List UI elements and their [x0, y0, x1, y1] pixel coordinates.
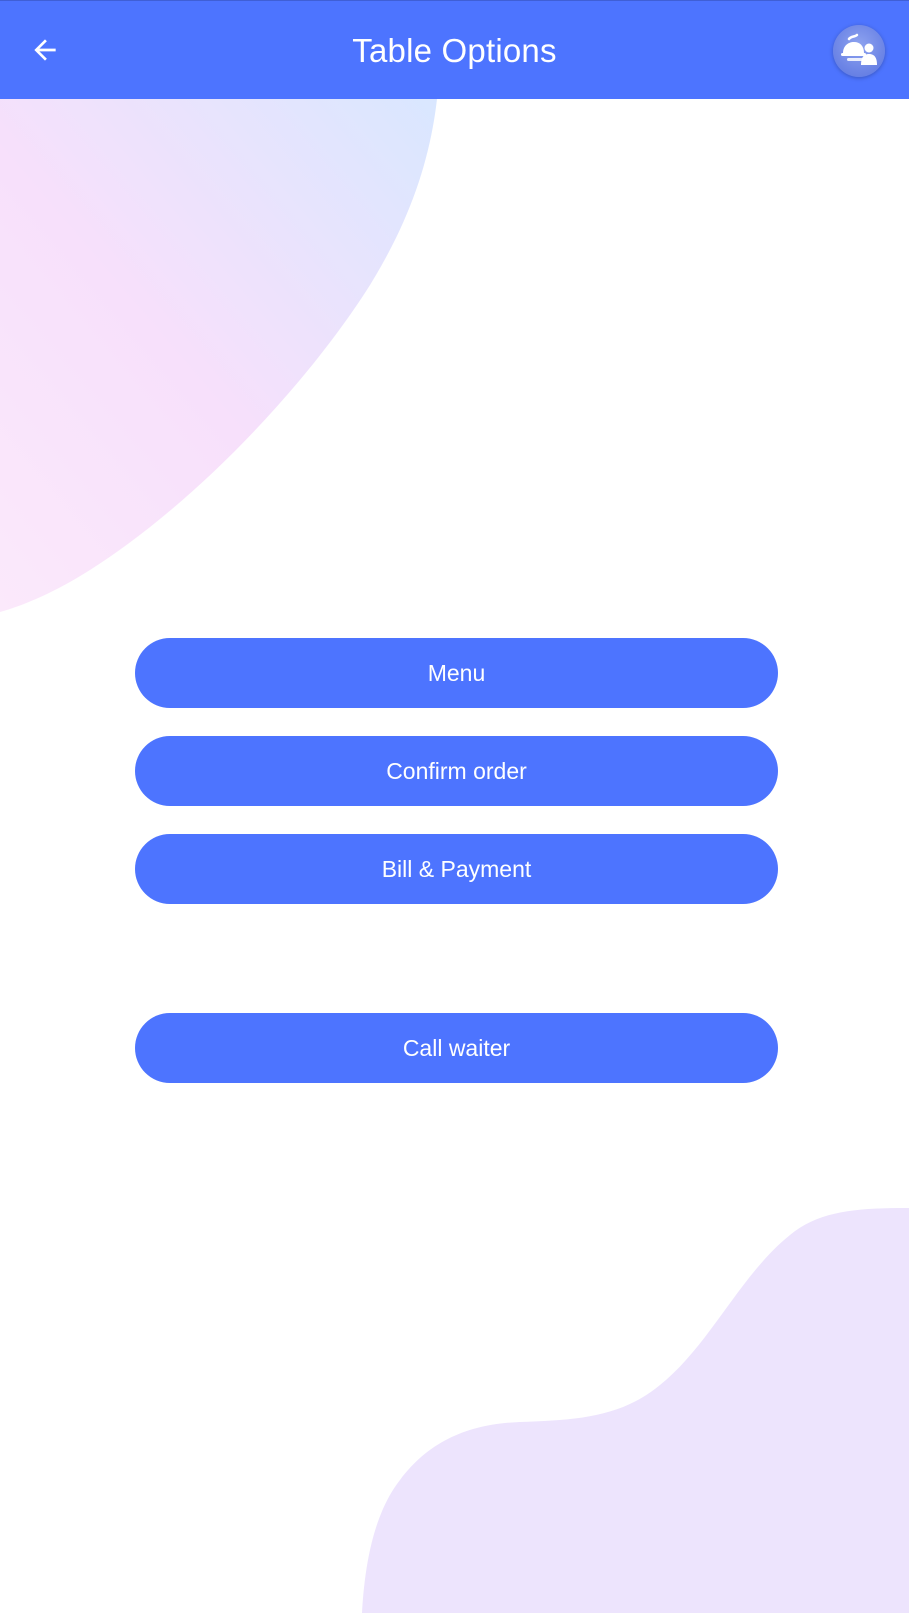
app-bar: Table Options: [0, 0, 909, 99]
background-decoration: [0, 99, 909, 1613]
waiter-avatar-button[interactable]: [833, 25, 885, 77]
top-left-blob: [0, 99, 437, 612]
menu-button[interactable]: Menu: [135, 638, 778, 708]
waiter-cloche-icon: [841, 33, 877, 65]
confirm-order-button[interactable]: Confirm order: [135, 736, 778, 806]
page-title: Table Options: [352, 32, 557, 69]
bill-payment-button[interactable]: Bill & Payment: [135, 834, 778, 904]
bottom-right-blob: [362, 1208, 909, 1613]
call-waiter-button[interactable]: Call waiter: [135, 1013, 778, 1083]
arrow-left-icon: [34, 39, 56, 61]
back-button[interactable]: [22, 27, 68, 73]
